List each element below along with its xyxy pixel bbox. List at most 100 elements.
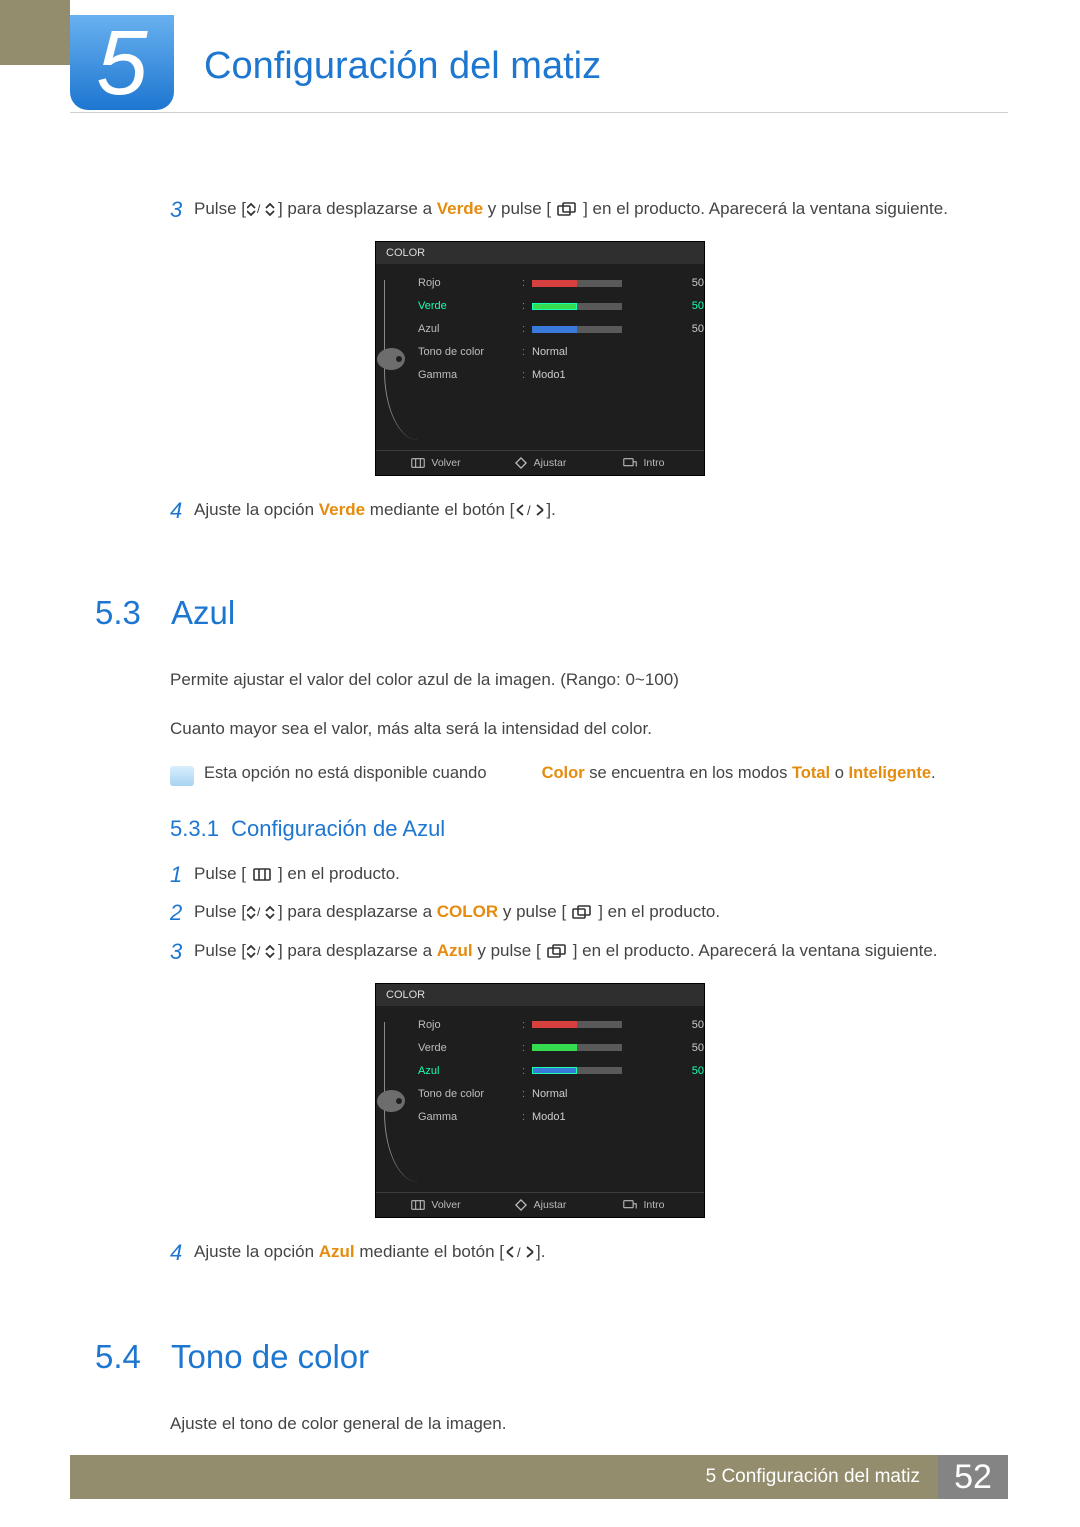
- osd-value: 50: [672, 300, 704, 312]
- osd-row-gamma: Gamma: Modo1: [418, 365, 704, 385]
- step-1-azul: 1 Pulse [ ] en el producto.: [170, 860, 985, 892]
- step-number: 3: [170, 934, 194, 969]
- text-segment: Ajuste la opción: [194, 500, 319, 519]
- osd-row-azul: Azul: 50: [418, 319, 704, 339]
- source-icon: [552, 202, 582, 217]
- text-segment: Pulse [: [194, 199, 246, 218]
- palette-icon: [377, 1090, 405, 1112]
- highlight-azul: Azul: [319, 1242, 355, 1261]
- header-khaki-block: [0, 0, 70, 65]
- osd-row-rojo: Rojo: 50: [418, 273, 704, 293]
- left-right-icon: [505, 1245, 535, 1260]
- section-5-4-p1: Ajuste el tono de color general de la im…: [170, 1410, 985, 1439]
- info-icon: [170, 766, 194, 786]
- step-number: 3: [170, 192, 194, 227]
- text-segment: Pulse [: [194, 864, 246, 883]
- up-down-icon: [247, 202, 277, 217]
- menu-icon: [247, 867, 277, 882]
- text-segment: .: [931, 764, 936, 782]
- text-segment: ].: [536, 1242, 545, 1261]
- osd-label: Tono de color: [418, 346, 522, 358]
- text-segment: Ajuste la opción: [194, 1242, 319, 1261]
- text-segment: ] en el producto.: [278, 864, 400, 883]
- highlight-azul: Azul: [437, 941, 473, 960]
- text-segment: ] para desplazarse a: [278, 902, 437, 921]
- osd-value: Normal: [532, 1088, 672, 1100]
- left-right-icon: [515, 503, 545, 518]
- text-segment: Esta opción no está disponible cuando: [204, 764, 491, 782]
- osd-footer-adjust: Ajustar: [488, 457, 592, 469]
- info-text: Esta opción no está disponible cuando Co…: [204, 764, 936, 783]
- step-text: Pulse [] para desplazarse a Verde y puls…: [194, 195, 985, 222]
- text-segment: mediante el botón [: [365, 500, 514, 519]
- section-number: 5.4: [95, 1338, 171, 1376]
- osd-footer-label: Volver: [431, 1199, 460, 1211]
- chapter-title: Configuración del matiz: [204, 45, 601, 88]
- text-segment: Pulse [: [194, 902, 246, 921]
- osd-sidebar: [384, 1022, 418, 1182]
- step-number: 4: [170, 493, 194, 528]
- osd-value: Modo1: [532, 1111, 672, 1123]
- step-text: Ajuste la opción Verde mediante el botón…: [194, 496, 985, 523]
- chapter-badge: 5: [70, 15, 174, 110]
- osd-label: Rojo: [418, 277, 522, 289]
- highlight-color-caps: COLOR: [437, 902, 498, 921]
- text-segment: ] en el producto.: [598, 902, 720, 921]
- source-icon: [542, 944, 572, 959]
- osd-footer: Volver Ajustar Intro: [376, 450, 704, 475]
- step-4-verde: 4 Ajuste la opción Verde mediante el bot…: [170, 496, 985, 528]
- osd-sidebar: [384, 280, 418, 440]
- osd-footer: Volver Ajustar Intro: [376, 1192, 704, 1217]
- osd-row-tono: Tono de color: Normal: [418, 342, 704, 362]
- osd-label: Tono de color: [418, 1088, 522, 1100]
- osd-list: Rojo: 50 Verde: 50 Azul: 50 Tono de colo…: [418, 1012, 704, 1182]
- page-footer: 5 Configuración del matiz 52: [70, 1455, 1008, 1499]
- text-segment: ] en el producto. Aparecerá la ventana s…: [583, 199, 948, 218]
- info-note: Esta opción no está disponible cuando Co…: [170, 764, 985, 786]
- osd-label: Azul: [418, 1065, 522, 1077]
- osd-footer-enter: Intro: [592, 1199, 696, 1211]
- text-segment: mediante el botón [: [355, 1242, 504, 1261]
- text-segment: y pulse [: [473, 941, 541, 960]
- up-down-icon: [247, 905, 277, 920]
- text-segment: o: [830, 764, 848, 782]
- section-5-4-heading: 5.4 Tono de color: [0, 1338, 1080, 1376]
- highlight-verde: Verde: [319, 500, 365, 519]
- step-number: 1: [170, 857, 194, 892]
- osd-label: Gamma: [418, 369, 522, 381]
- up-down-icon: [247, 944, 277, 959]
- osd-label: Rojo: [418, 1019, 522, 1031]
- osd-value: 50: [672, 1042, 704, 1054]
- subsection-number: 5.3.1: [170, 816, 219, 841]
- osd-label: Verde: [418, 1042, 522, 1054]
- section-title: Azul: [171, 594, 235, 632]
- chapter-number: 5: [96, 17, 147, 109]
- step-text: Pulse [] para desplazarse a Azul y pulse…: [194, 937, 985, 964]
- step-number: 4: [170, 1235, 194, 1270]
- footer-chapter-text: 5 Configuración del matiz: [70, 1466, 938, 1488]
- step-3-verde: 3 Pulse [] para desplazarse a Verde y pu…: [170, 195, 985, 227]
- osd-title: COLOR: [376, 984, 704, 1006]
- text-segment: Pulse [: [194, 941, 246, 960]
- osd-row-rojo: Rojo: 50: [418, 1015, 704, 1035]
- osd-footer-label: Ajustar: [534, 457, 567, 469]
- osd-row-azul-selected: Azul: 50: [418, 1061, 704, 1081]
- text-segment: ] en el producto. Aparecerá la ventana s…: [573, 941, 938, 960]
- text-segment: ] para desplazarse a: [278, 199, 437, 218]
- osd-value: 50: [672, 277, 704, 289]
- section-5-3-p2: Cuanto mayor sea el valor, más alta será…: [170, 715, 985, 744]
- osd-footer-label: Volver: [431, 457, 460, 469]
- section-5-3-heading: 5.3 Azul: [0, 594, 1080, 632]
- osd-footer-label: Intro: [643, 1199, 664, 1211]
- section-number: 5.3: [95, 594, 171, 632]
- osd-footer-back: Volver: [384, 1199, 488, 1211]
- osd-color-panel-verde: COLOR Rojo: 50 Verde: 50 Azul: 50 Tono d…: [375, 241, 705, 476]
- osd-value: 50: [672, 1065, 704, 1077]
- highlight-verde: Verde: [437, 199, 483, 218]
- step-2-azul: 2 Pulse [] para desplazarse a COLOR y pu…: [170, 898, 985, 930]
- step-4-azul: 4 Ajuste la opción Azul mediante el botó…: [170, 1238, 985, 1270]
- osd-label: Azul: [418, 323, 522, 335]
- osd-row-tono: Tono de color: Normal: [418, 1084, 704, 1104]
- osd-footer-label: Intro: [643, 457, 664, 469]
- osd-value: Modo1: [532, 369, 672, 381]
